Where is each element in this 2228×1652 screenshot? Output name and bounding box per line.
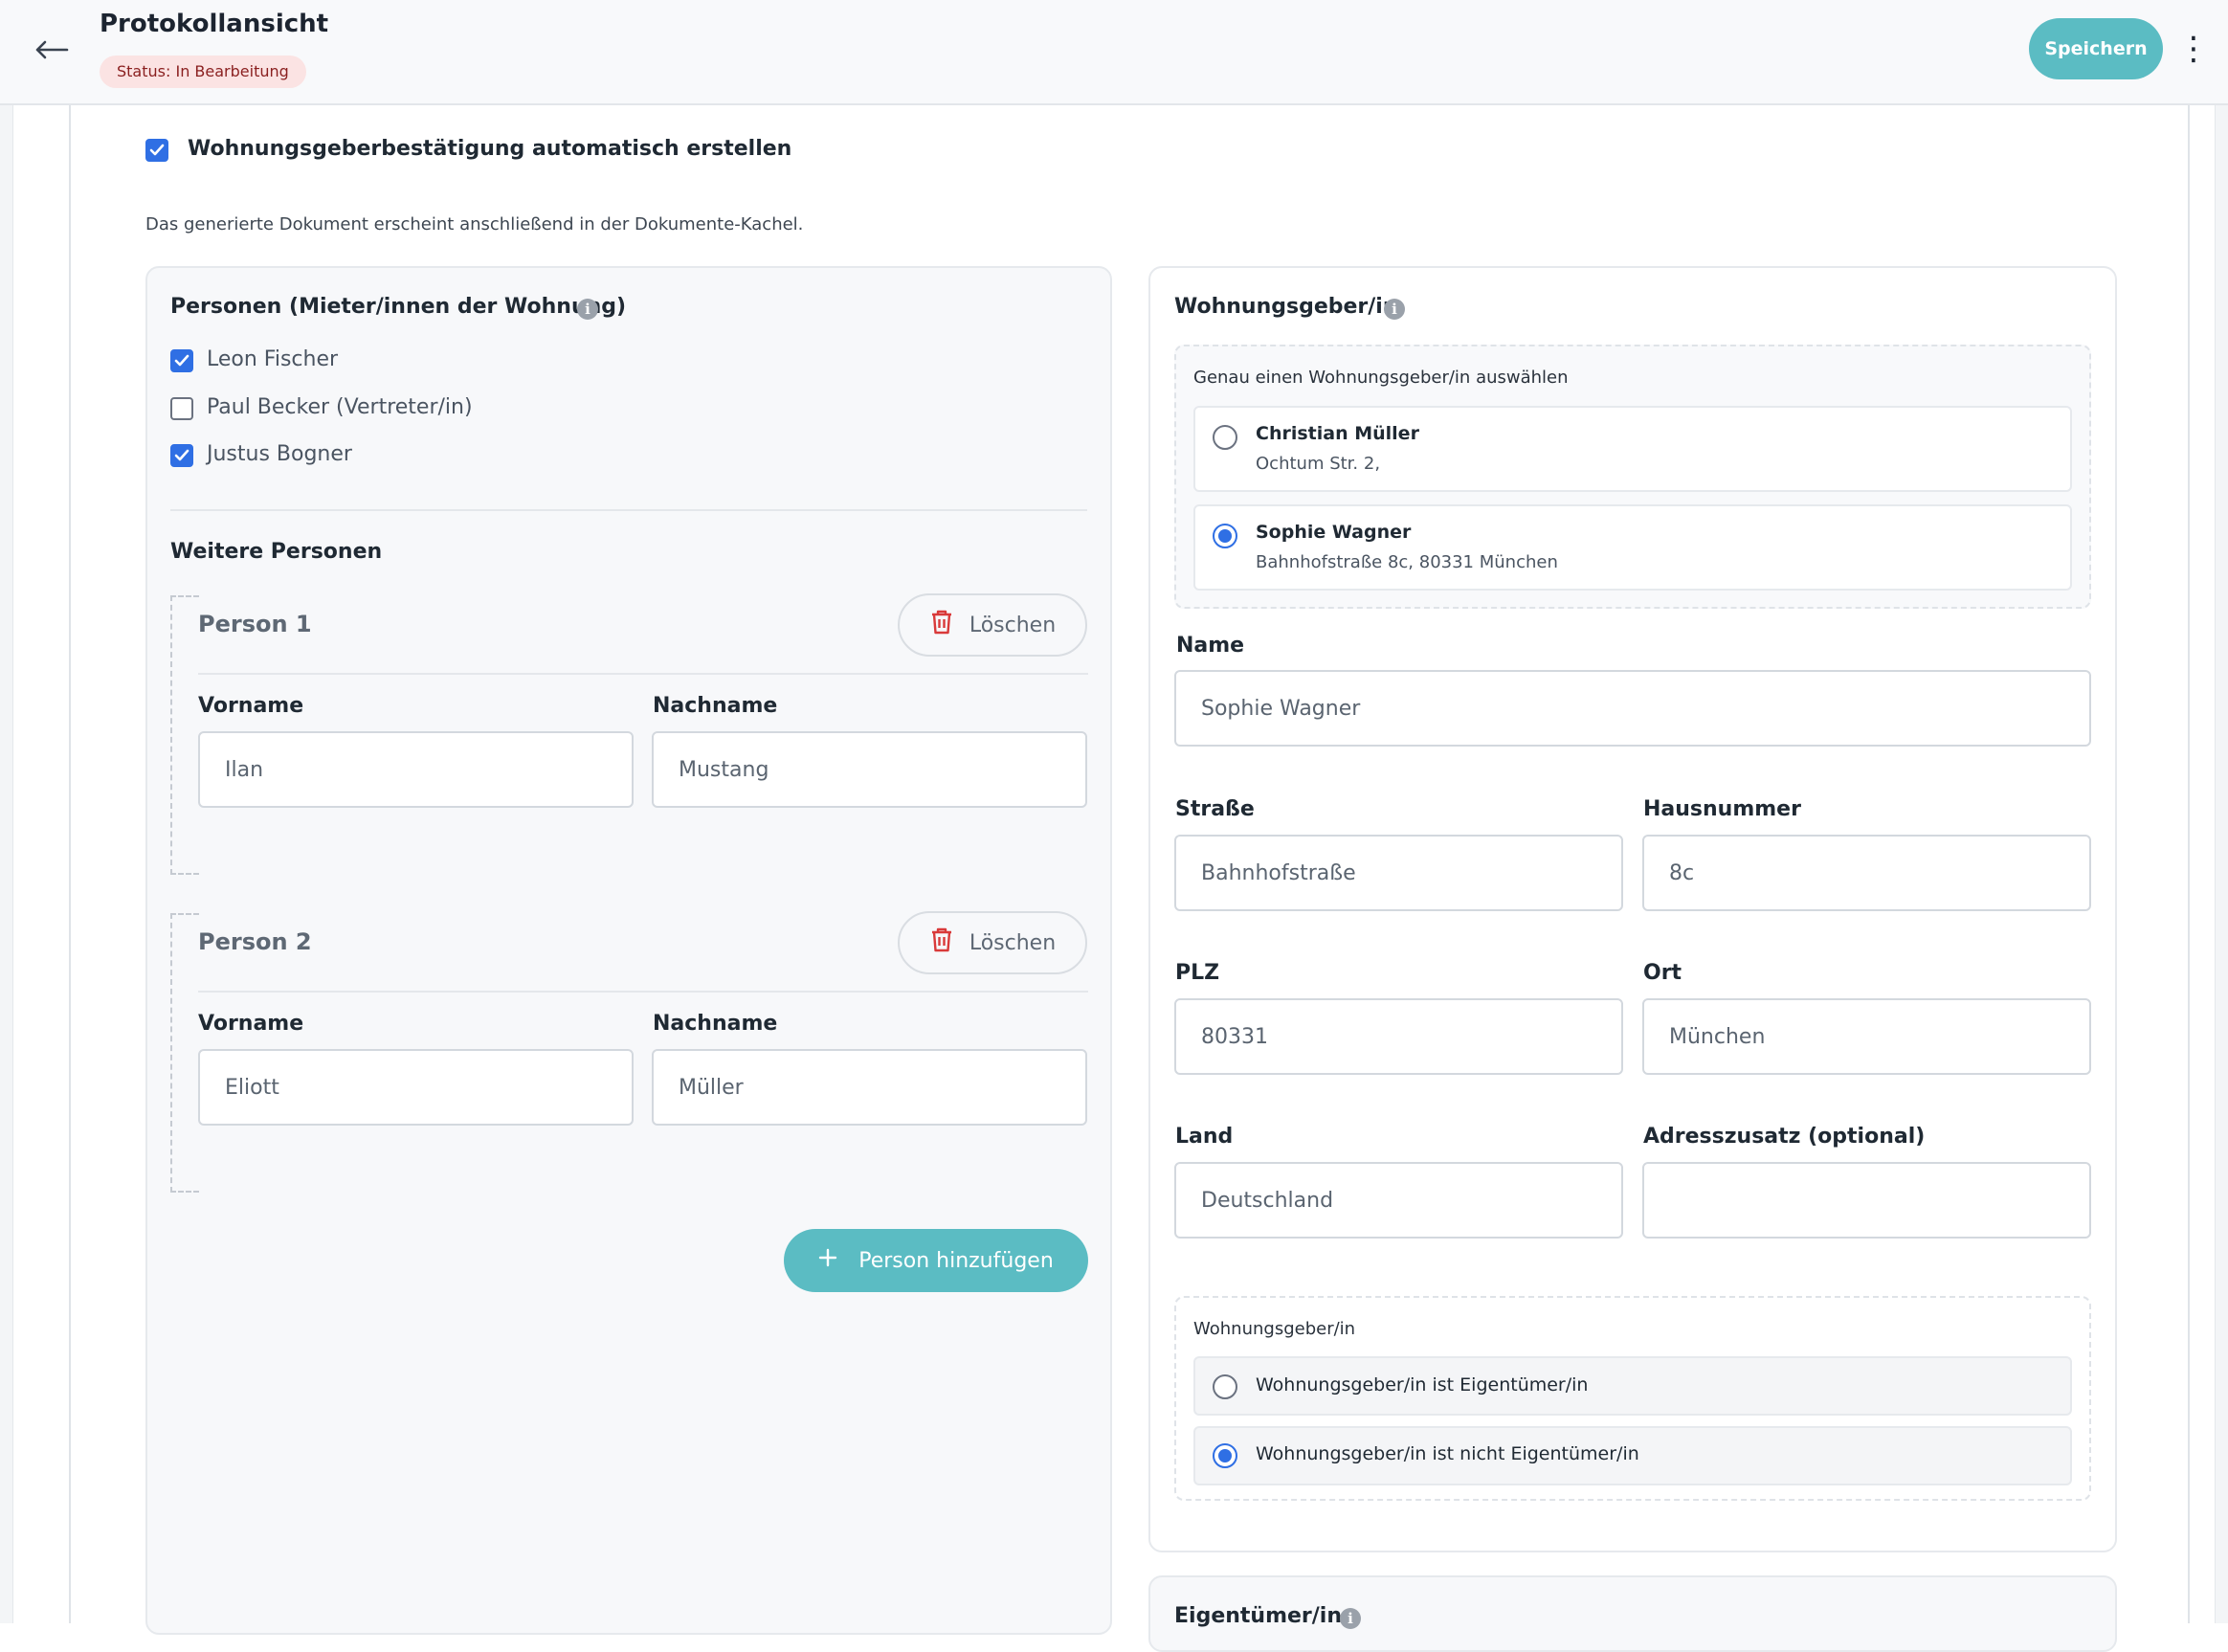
landlord-option-christian[interactable] xyxy=(1193,406,2072,492)
info-icon[interactable]: i xyxy=(1384,299,1405,320)
landlord-select-hint: Genau einen Wohnungsgeber/in auswählen xyxy=(1193,368,1569,388)
owner-title: Eigentümer/in xyxy=(1174,1604,1343,1628)
last-name-label: Nachname xyxy=(653,1012,778,1036)
first-name-label: Vorname xyxy=(198,1012,304,1036)
name-label: Name xyxy=(1176,634,1245,658)
page-right-border xyxy=(2188,105,2190,1623)
owner-option-label: Wohnungsgeber/in ist nicht Eigentümer/in xyxy=(1256,1443,1639,1464)
trash-icon xyxy=(929,609,954,641)
status-prefix: Status: xyxy=(117,62,171,80)
status-badge: Status: In Bearbeitung xyxy=(100,56,306,88)
person-label: Paul Becker (Vertreter/in) xyxy=(207,395,473,419)
last-name-label: Nachname xyxy=(653,694,778,718)
zip-label: PLZ xyxy=(1175,961,1220,985)
divider xyxy=(170,509,1087,511)
landlord-option-address: Bahnhofstraße 8c, 80331 München xyxy=(1256,552,1558,572)
page-left-border xyxy=(69,105,71,1623)
landlord-option-name: Sophie Wagner xyxy=(1256,522,1412,543)
address-extra-label: Adresszusatz (optional) xyxy=(1643,1125,1926,1149)
owner-status-title: Wohnungsgeber/in xyxy=(1193,1319,1356,1339)
status-value: In Bearbeitung xyxy=(175,62,289,80)
add-person-label: Person hinzufügen xyxy=(858,1248,1054,1273)
auto-confirm-label: Wohnungsgeberbestätigung automatisch ers… xyxy=(188,137,792,161)
person-checkbox-paul[interactable] xyxy=(170,397,193,420)
info-icon[interactable]: i xyxy=(577,299,598,320)
person-1-bracket xyxy=(170,595,199,875)
back-arrow-icon[interactable] xyxy=(29,27,75,73)
person-2-last-name-input[interactable]: Müller xyxy=(652,1049,1087,1126)
zip-input[interactable]: 80331 xyxy=(1174,998,1623,1075)
owner-option-label: Wohnungsgeber/in ist Eigentümer/in xyxy=(1256,1374,1589,1395)
person-2-first-name-input[interactable]: Eliott xyxy=(198,1049,634,1126)
radio-button[interactable] xyxy=(1213,425,1237,450)
person-1-delete-button[interactable]: Löschen xyxy=(898,593,1087,657)
address-extra-input[interactable] xyxy=(1642,1162,2091,1239)
person-1-last-name-input[interactable]: Mustang xyxy=(652,731,1087,808)
street-input[interactable]: Bahnhofstraße xyxy=(1174,835,1623,911)
page-title: Protokollansicht xyxy=(100,10,329,38)
radio-button-selected[interactable] xyxy=(1213,1443,1237,1468)
info-icon[interactable]: i xyxy=(1340,1608,1361,1629)
city-label: Ort xyxy=(1643,961,1682,985)
persons-title: Personen (Mieter/innen der Wohnung) xyxy=(170,295,627,319)
person-2-delete-button[interactable]: Löschen xyxy=(898,911,1087,974)
person-1-title: Person 1 xyxy=(198,611,312,637)
person-checkbox-justus[interactable] xyxy=(170,444,193,467)
plus-icon xyxy=(818,1248,837,1273)
divider xyxy=(198,991,1088,993)
person-label: Justus Bogner xyxy=(207,442,352,466)
more-options-icon[interactable]: ⋮ xyxy=(2174,25,2213,73)
landlord-title: Wohnungsgeber/in xyxy=(1174,295,1398,319)
city-input[interactable]: München xyxy=(1642,998,2091,1075)
street-label: Straße xyxy=(1175,797,1255,821)
delete-label: Löschen xyxy=(969,930,1057,955)
person-2-title: Person 2 xyxy=(198,928,312,955)
landlord-option-name: Christian Müller xyxy=(1256,423,1419,444)
person-2-bracket xyxy=(170,913,199,1193)
house-number-label: Hausnummer xyxy=(1643,797,1801,821)
person-1-first-name-input[interactable]: Ilan xyxy=(198,731,634,808)
first-name-label: Vorname xyxy=(198,694,304,718)
landlord-option-address: Ochtum Str. 2, xyxy=(1256,454,1381,474)
delete-label: Löschen xyxy=(969,613,1057,637)
country-input[interactable]: Deutschland xyxy=(1174,1162,1623,1239)
radio-button-selected[interactable] xyxy=(1213,524,1237,548)
country-label: Land xyxy=(1175,1125,1234,1149)
trash-icon xyxy=(929,926,954,959)
save-button[interactable]: Speichern xyxy=(2029,18,2163,79)
page-left-gutter xyxy=(0,105,13,1623)
page-right-gutter xyxy=(2215,105,2228,1623)
landlord-option-sophie[interactable] xyxy=(1193,504,2072,591)
radio-button[interactable] xyxy=(1213,1374,1237,1399)
auto-confirm-checkbox[interactable] xyxy=(145,139,168,162)
further-persons-title: Weitere Personen xyxy=(170,540,383,564)
document-hint: Das generierte Dokument erscheint anschl… xyxy=(145,214,804,234)
house-number-input[interactable]: 8c xyxy=(1642,835,2091,911)
person-checkbox-leon[interactable] xyxy=(170,349,193,372)
landlord-name-input[interactable]: Sophie Wagner xyxy=(1174,670,2091,747)
person-label: Leon Fischer xyxy=(207,347,339,371)
divider xyxy=(198,673,1088,675)
add-person-button[interactable]: Person hinzufügen xyxy=(784,1229,1088,1292)
top-bar xyxy=(0,0,2228,105)
